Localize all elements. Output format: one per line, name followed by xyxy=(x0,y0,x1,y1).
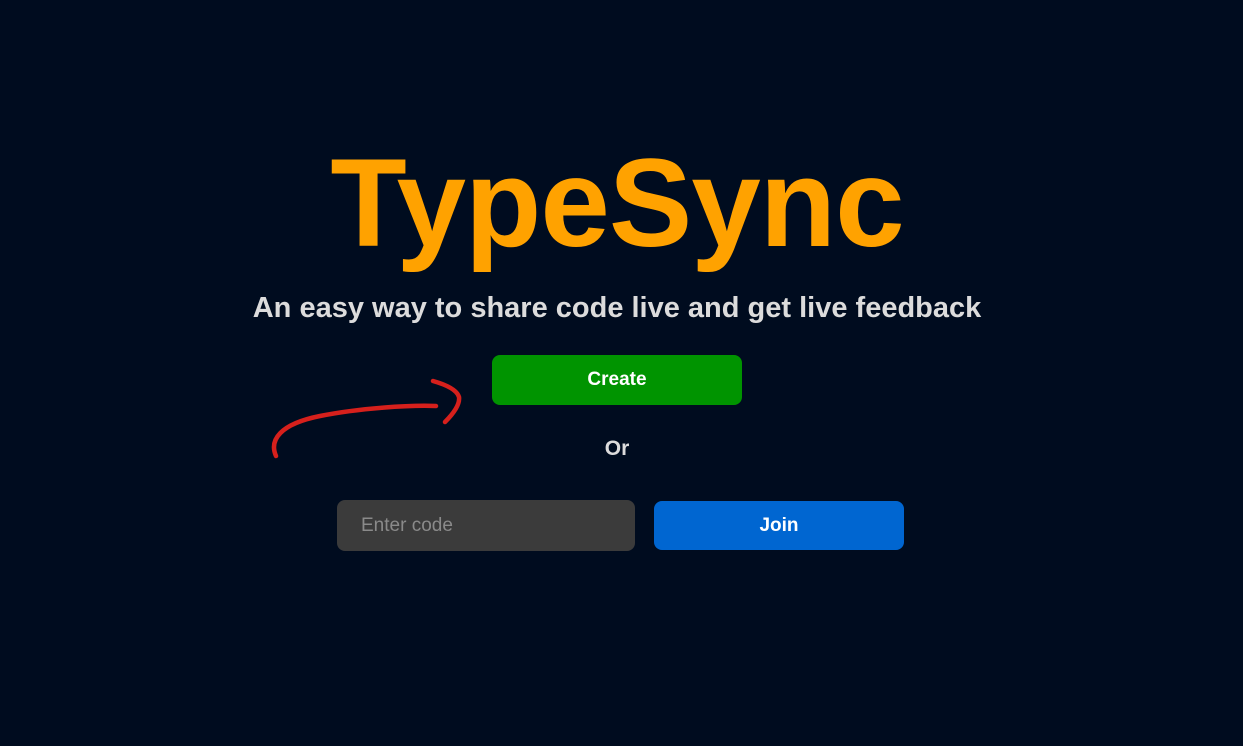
code-input[interactable] xyxy=(337,500,635,551)
app-tagline: An easy way to share code live and get l… xyxy=(252,292,982,324)
join-button[interactable]: Join xyxy=(654,501,904,550)
or-separator: Or xyxy=(604,437,630,460)
create-button[interactable]: Create xyxy=(492,355,742,405)
landing-page: TypeSync An easy way to share code live … xyxy=(0,0,1243,746)
app-title: TypeSync xyxy=(330,134,904,273)
